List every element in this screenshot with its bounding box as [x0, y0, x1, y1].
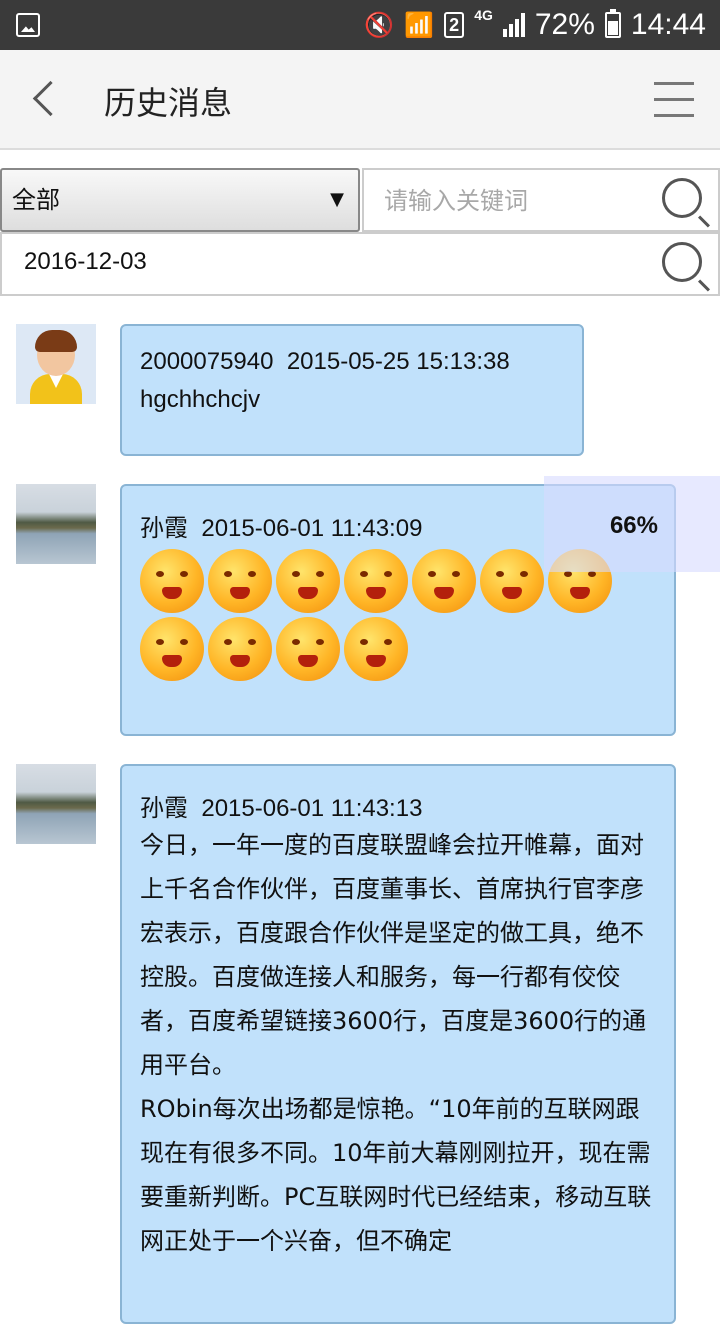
dropdown-arrow-icon: ▼ — [330, 189, 344, 210]
category-select-value: 全部 — [12, 186, 60, 214]
wifi-icon: 📶 — [404, 11, 435, 39]
message-sender: 孙霞 — [140, 795, 188, 822]
wink-emoji-icon — [208, 549, 272, 613]
smile-emoji-icon — [140, 549, 204, 613]
category-select[interactable]: 全部 ▼ — [0, 168, 360, 232]
message-timestamp: 2015-06-01 11:43:09 — [201, 515, 423, 542]
mute-icon: 🔇 — [364, 11, 395, 39]
sick-emoji-icon — [344, 617, 408, 681]
message-text: hgchhchcjv — [140, 386, 261, 413]
page-title: 历史消息 — [104, 84, 233, 122]
status-icons: 🔇 📶 2 4G 72% 14:44 — [364, 0, 706, 50]
clock: 14:44 — [630, 8, 706, 41]
angry-emoji-icon — [412, 549, 476, 613]
sim-icon: 2 — [444, 12, 465, 38]
avatar[interactable] — [16, 484, 96, 564]
keyword-search-box — [362, 168, 720, 232]
message-meta: 2000075940 2015-05-25 15:13:38 — [140, 348, 564, 376]
battery-percent: 72% — [534, 8, 595, 41]
battery-icon — [604, 9, 621, 38]
angry-emoji-icon — [344, 549, 408, 613]
status-bar: 🔇 📶 2 4G 72% 14:44 — [0, 0, 720, 50]
message-timestamp: 2015-06-01 11:43:13 — [201, 795, 423, 822]
filter-bar: 全部 ▼ — [0, 168, 720, 232]
date-value: 2016-12-03 — [24, 248, 147, 275]
progress-overlay: 66% — [544, 476, 720, 572]
gallery-notification-icon — [16, 13, 40, 37]
message-sender: 2000075940 — [140, 348, 274, 375]
avatar[interactable] — [16, 764, 96, 844]
network-type: 4G — [474, 7, 493, 23]
avatar[interactable] — [16, 324, 96, 404]
message-paragraph: RObin每次出场都是惊艳。“10年前的互联网跟现在有很多不同。10年前大幕刚刚… — [140, 1095, 652, 1255]
hamburger-menu-icon[interactable] — [654, 80, 694, 120]
angry-emoji-icon — [276, 549, 340, 613]
search-icon[interactable] — [662, 178, 702, 218]
smirk-emoji-icon — [140, 617, 204, 681]
signal-icon — [502, 13, 525, 37]
progress-label: 66% — [609, 512, 658, 539]
message-meta: 孙霞 2015-06-01 11:43:13 — [140, 788, 656, 823]
message-bubble[interactable]: 2000075940 2015-05-25 15:13:38 hgchhchcj… — [120, 324, 584, 456]
shocked-emoji-icon — [276, 617, 340, 681]
keyword-input[interactable] — [384, 182, 654, 220]
date-filter[interactable]: 2016-12-03 — [0, 232, 720, 296]
angry-emoji-icon — [208, 617, 272, 681]
app-bar: 历史消息 — [0, 50, 720, 150]
message-sender: 孙霞 — [140, 515, 188, 542]
search-icon[interactable] — [662, 242, 702, 282]
chevron-left-icon[interactable] — [22, 76, 66, 124]
crying-emoji-icon — [480, 549, 544, 613]
message-paragraph: 今日，一年一度的百度联盟峰会拉开帷幕，面对上千名合作伙伴，百度董事长、首席执行官… — [140, 831, 647, 1079]
message-timestamp: 2015-05-25 15:13:38 — [286, 348, 510, 375]
message-bubble[interactable]: 孙霞 2015-06-01 11:43:13 今日，一年一度的百度联盟峰会拉开帷… — [120, 764, 676, 1324]
avatar-hair — [35, 330, 77, 352]
